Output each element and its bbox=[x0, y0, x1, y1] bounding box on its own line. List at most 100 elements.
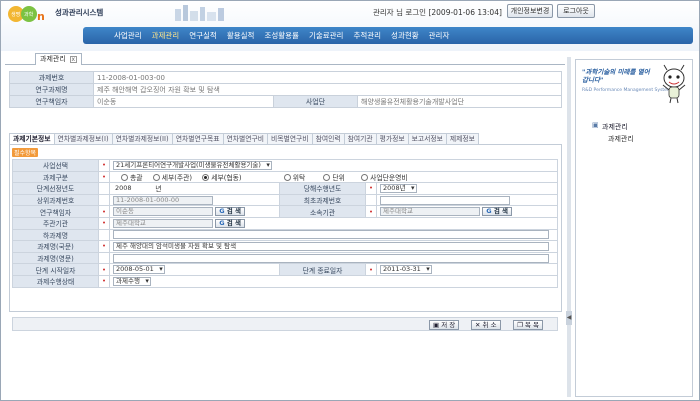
project-summary: 과제번호 11-2008-01-003-00 연구과제명 제주 해안해역 갑오징… bbox=[9, 71, 562, 108]
tree-root[interactable]: 과제관리 bbox=[592, 121, 634, 132]
type-option: 총괄 bbox=[130, 173, 143, 182]
type-option: 세부(협동) bbox=[211, 173, 242, 182]
nav-item[interactable]: 과제관리 bbox=[147, 30, 185, 41]
business-label: 사업단 bbox=[273, 95, 358, 108]
parent-no-label: 상위과제번호 bbox=[12, 193, 99, 207]
year-value: 2008 bbox=[113, 184, 154, 194]
researcher-label: 연구책임자 bbox=[12, 205, 99, 218]
svg-text:생명: 생명 bbox=[11, 11, 20, 18]
project-select[interactable]: 21세기프론티어연구개발사업(미생물유전체활용기술) bbox=[113, 160, 272, 170]
title-en-label: 과제명(영문) bbox=[12, 251, 99, 265]
slogan: "과학기술의 미래를 열어 갑니다" bbox=[582, 68, 650, 84]
project-no-label: 과제번호 bbox=[9, 71, 94, 84]
main-nav: 사업관리 과제관리 연구실적 활용실적 조성활용률 기술료관리 추적관리 성과현… bbox=[83, 27, 693, 44]
type-radio[interactable] bbox=[152, 174, 160, 182]
first-no-field[interactable] bbox=[380, 195, 511, 205]
nav-item[interactable]: 연구실적 bbox=[184, 30, 222, 41]
exec-year-label: 당해수행년도 bbox=[279, 182, 367, 195]
search-icon: G bbox=[486, 207, 492, 216]
manager-label: 연구책임자 bbox=[9, 95, 94, 108]
business: 해양생물유전체활용기술개발사업단 bbox=[357, 95, 562, 108]
logout-button[interactable]: 로그아웃 bbox=[557, 4, 595, 18]
app-window: 생명 과학 n 성과관리시스템 관리자 님 로그인 [2009-01-06 13… bbox=[0, 0, 700, 401]
sub-title-label: 하과제명 bbox=[12, 228, 99, 242]
logo-icon: 생명 과학 n bbox=[8, 6, 45, 23]
search-icon: G bbox=[219, 207, 225, 216]
save-button[interactable]: ▣ 저 장 bbox=[429, 320, 460, 330]
type-radio-selected[interactable] bbox=[202, 174, 210, 182]
required-badge: 필수항목 bbox=[12, 148, 39, 157]
project-select-label: 사업선택 bbox=[12, 159, 99, 172]
type-radio[interactable] bbox=[283, 174, 291, 182]
header: 생명 과학 n 성과관리시스템 관리자 님 로그인 [2009-01-06 13… bbox=[1, 1, 699, 51]
collapse-arrow-icon[interactable]: ◀ bbox=[566, 311, 572, 325]
type-radio[interactable] bbox=[323, 174, 331, 182]
tab-label: 과제관리 bbox=[40, 55, 66, 63]
basic-info-form: 사업선택 • 21세기프론티어연구개발사업(미생물유전체활용기술) 과제구분 •… bbox=[12, 159, 558, 288]
cancel-icon: ✕ bbox=[475, 321, 481, 329]
nav-item[interactable]: 활용실적 bbox=[222, 30, 260, 41]
search-icon: G bbox=[219, 218, 225, 227]
researcher-search-button[interactable]: G 검 색 bbox=[215, 207, 246, 217]
project-no: 11-2008-01-003-00 bbox=[93, 71, 562, 84]
nav-item[interactable]: 조성활용률 bbox=[259, 30, 304, 41]
basic-info-panel: 필수항목 사업선택 • 21세기프론티어연구개발사업(미생물유전체활용기술) 과… bbox=[9, 144, 562, 331]
type-radio[interactable] bbox=[121, 174, 129, 182]
tree-item[interactable]: 과제관리 bbox=[592, 134, 634, 144]
svg-text:n: n bbox=[37, 10, 45, 23]
start-label: 단계 시작일자 bbox=[12, 263, 99, 276]
document-tabs: 과제관리 x bbox=[5, 51, 565, 65]
title-kr-label: 과제명(국문) bbox=[12, 240, 99, 253]
host-label: 주관기관 bbox=[12, 216, 99, 230]
org-label: 소속기관 bbox=[279, 205, 367, 218]
end-label: 단계 종료일자 bbox=[279, 263, 367, 276]
first-no-label: 최초과제번호 bbox=[279, 193, 367, 207]
project-name: 제주 해안해역 갑오징어 자원 확보 및 탐색 bbox=[93, 83, 562, 96]
host-search-button[interactable]: G 검 색 bbox=[215, 218, 246, 228]
type-radio[interactable] bbox=[361, 174, 369, 182]
tab-project[interactable]: 과제관리 x bbox=[35, 53, 82, 65]
exec-year-select[interactable]: 2008년 bbox=[380, 183, 417, 193]
mascot-icon bbox=[662, 64, 686, 104]
nav-item[interactable]: 관리자 bbox=[424, 30, 455, 41]
project-name-label: 연구과제명 bbox=[9, 83, 94, 96]
profile-button[interactable]: 개인정보변경 bbox=[507, 4, 553, 18]
host-field[interactable]: 제주대학교 bbox=[113, 218, 214, 228]
org-search-button[interactable]: G 검 색 bbox=[482, 207, 513, 217]
save-icon: ▣ bbox=[433, 321, 440, 329]
title-kr-field[interactable]: 제주 해양대의 암석미생물 자원 확보 및 탐색 bbox=[113, 241, 550, 251]
right-panel: "과학기술의 미래를 열어 갑니다" R&D Performance Manag… bbox=[575, 59, 693, 397]
end-date-select[interactable]: 2011-03-31 bbox=[380, 265, 432, 275]
sub-title-field[interactable] bbox=[113, 230, 550, 240]
year-unit: 년 bbox=[155, 185, 162, 194]
copy-icon: ❐ bbox=[517, 321, 523, 329]
type-label: 과제구분 bbox=[12, 170, 99, 184]
panel-divider[interactable] bbox=[567, 57, 571, 397]
system-title: 성과관리시스템 bbox=[55, 8, 104, 17]
manager: 이순동 bbox=[93, 95, 274, 108]
type-option: 위탁 bbox=[292, 173, 306, 182]
status-select[interactable]: 과제수행 bbox=[113, 276, 151, 286]
action-bar: ▣ 저 장 ✕ 취 소 ❐ 복 목 bbox=[12, 317, 558, 331]
nav-item[interactable]: 성과현황 bbox=[386, 30, 424, 41]
skyline-decoration-icon bbox=[175, 5, 224, 21]
parent-no-field[interactable]: 11-2008-01-000-00 bbox=[113, 195, 214, 205]
nav-item[interactable]: 추적관리 bbox=[348, 30, 386, 41]
cancel-button[interactable]: ✕ 취 소 bbox=[471, 320, 501, 330]
svg-text:과학: 과학 bbox=[24, 11, 34, 18]
type-option: 세부(주관) bbox=[161, 173, 193, 182]
title-en-field[interactable] bbox=[113, 253, 550, 263]
start-date-select[interactable]: 2008-05-01 bbox=[113, 265, 165, 275]
nav-item[interactable]: 사업관리 bbox=[109, 30, 147, 41]
login-info: 관리자 님 로그인 [2009-01-06 13:04] bbox=[373, 8, 502, 17]
type-option: 단위 bbox=[332, 173, 345, 182]
status-label: 과제수행상태 bbox=[12, 274, 99, 288]
org-field[interactable]: 제주대학교 bbox=[380, 207, 481, 217]
copy-button[interactable]: ❐ 복 목 bbox=[513, 320, 543, 330]
nav-item[interactable]: 기술료관리 bbox=[304, 30, 349, 41]
year-label: 단계선정년도 bbox=[12, 182, 99, 195]
nav-tree: 과제관리 과제관리 bbox=[592, 121, 634, 144]
type-option: 사업단운영비 bbox=[370, 173, 408, 182]
researcher-field[interactable]: 이순동 bbox=[113, 207, 214, 217]
close-icon[interactable]: x bbox=[69, 56, 77, 63]
